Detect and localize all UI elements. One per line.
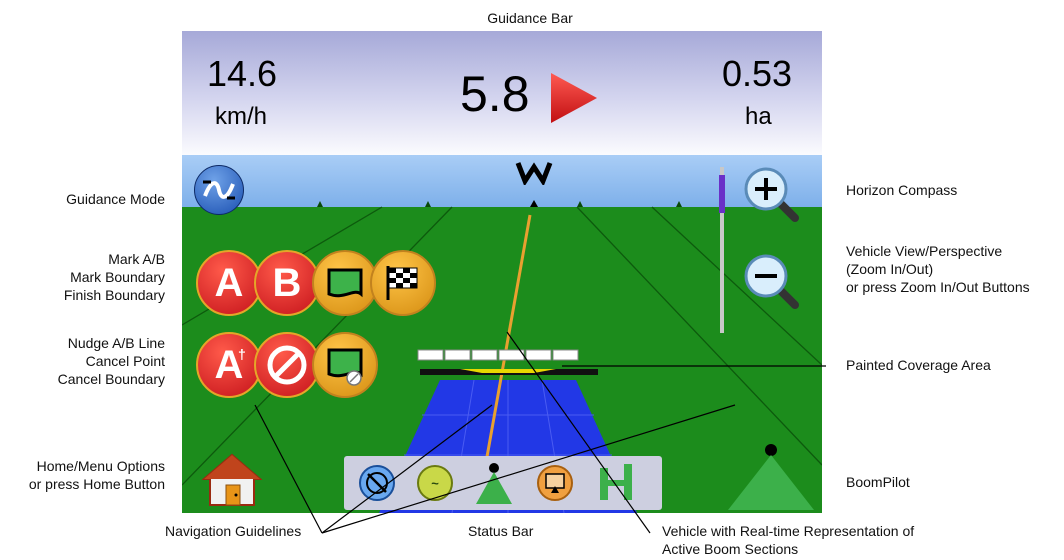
vehicle-view-line1: Vehicle View/Perspective [846, 243, 1003, 259]
mark-ab-callout: Mark A/B [108, 251, 165, 267]
speed-value: 14.6 [207, 53, 278, 94]
mark-b-label: B [272, 260, 302, 305]
vehicle-realtime-callout: Vehicle with Real-time Representation of… [662, 522, 962, 558]
guidance-bar-callout: Guidance Bar [487, 10, 573, 26]
vehicle-view-line3: or press Zoom In/Out Buttons [846, 279, 1030, 295]
gps-status-icon[interactable] [358, 464, 396, 502]
nudge-indicator-icon: † [238, 346, 246, 362]
cancel-point-button[interactable] [254, 332, 320, 398]
tilt-status-icon[interactable] [596, 462, 636, 504]
guidance-mode-button[interactable] [194, 165, 244, 215]
guidance-bar: 14.6 km/h 5.8 0.53 ha [182, 31, 822, 155]
finish-boundary-button[interactable] [370, 250, 436, 316]
guidance-mode-curve-icon [203, 180, 235, 200]
navigation-guidelines-callout: Navigation Guidelines [165, 523, 302, 539]
guidance-mode-callout: Guidance Mode [66, 191, 165, 207]
boompilot-callout: BoomPilot [846, 474, 910, 490]
painted-coverage-callout: Painted Coverage Area [846, 357, 991, 373]
zoom-slider-thumb[interactable] [719, 175, 725, 213]
finish-boundary-callout: Finish Boundary [63, 287, 165, 303]
mark-boundary-callout: Mark Boundary [70, 269, 165, 285]
mark-a-label: A [214, 260, 244, 305]
svg-text:~: ~ [431, 476, 439, 491]
zoom-out-icon[interactable] [740, 250, 802, 312]
autosteer-status-icon[interactable]: ~ [416, 464, 454, 502]
boompilot-dot [765, 444, 777, 456]
vehicle-realtime-line1: Vehicle with Real-time Representation of [662, 523, 915, 539]
horizon-compass-callout: Horizon Compass [846, 182, 958, 198]
vehicle-realtime-line2: Active Boom Sections [662, 541, 799, 557]
mark-buttons-callout: Mark A/B Mark Boundary Finish Boundary [20, 250, 165, 304]
cancel-boundary-callout: Cancel Boundary [57, 371, 165, 387]
mark-b-button[interactable]: B [254, 250, 320, 316]
home-menu-callout: Home/Menu Options [36, 458, 165, 474]
home-icon[interactable] [202, 449, 262, 509]
cancel-boundary-button[interactable] [312, 332, 378, 398]
device-screen: 14.6 km/h 5.8 0.53 ha A B A † ~ [182, 31, 822, 513]
nudge-buttons-callout: Nudge A/B Line Cancel Point Cancel Bound… [20, 334, 165, 388]
nudge-ab-callout: Nudge A/B Line [67, 335, 165, 351]
sky [182, 155, 822, 207]
compass-heading-w-icon [515, 162, 553, 185]
cancel-point-callout: Cancel Point [85, 353, 165, 369]
vehicle-view-callout: Vehicle View/Perspective (Zoom In/Out) o… [846, 242, 1061, 296]
cancel-icon [267, 345, 307, 385]
zoom-in-icon[interactable] [740, 163, 802, 225]
status-bar-callout: Status Bar [468, 523, 534, 539]
boundary-status-icon[interactable] [536, 464, 574, 502]
home-button-callout: or press Home Button [28, 476, 165, 492]
area-value: 0.53 [722, 53, 793, 94]
home-callout: Home/Menu Options or press Home Button [10, 457, 165, 493]
status-bar: ~ [344, 456, 662, 510]
boompilot-status-icon[interactable] [474, 460, 514, 506]
field-view: A B A † ~ [182, 155, 822, 513]
mark-boundary-button[interactable] [312, 250, 378, 316]
nudge-ab-button[interactable]: A † [196, 332, 262, 398]
right-arrow-icon [551, 73, 597, 123]
area-unit: ha [745, 103, 772, 130]
boundary-icon [327, 268, 363, 298]
checkered-flag-icon [386, 266, 418, 300]
cross-track-value: 5.8 [460, 66, 530, 122]
vehicle-view-line2: (Zoom In/Out) [846, 261, 934, 277]
speed-unit: km/h [215, 103, 268, 130]
cancel-boundary-icon [327, 348, 363, 386]
mark-a-button[interactable]: A [196, 250, 262, 316]
